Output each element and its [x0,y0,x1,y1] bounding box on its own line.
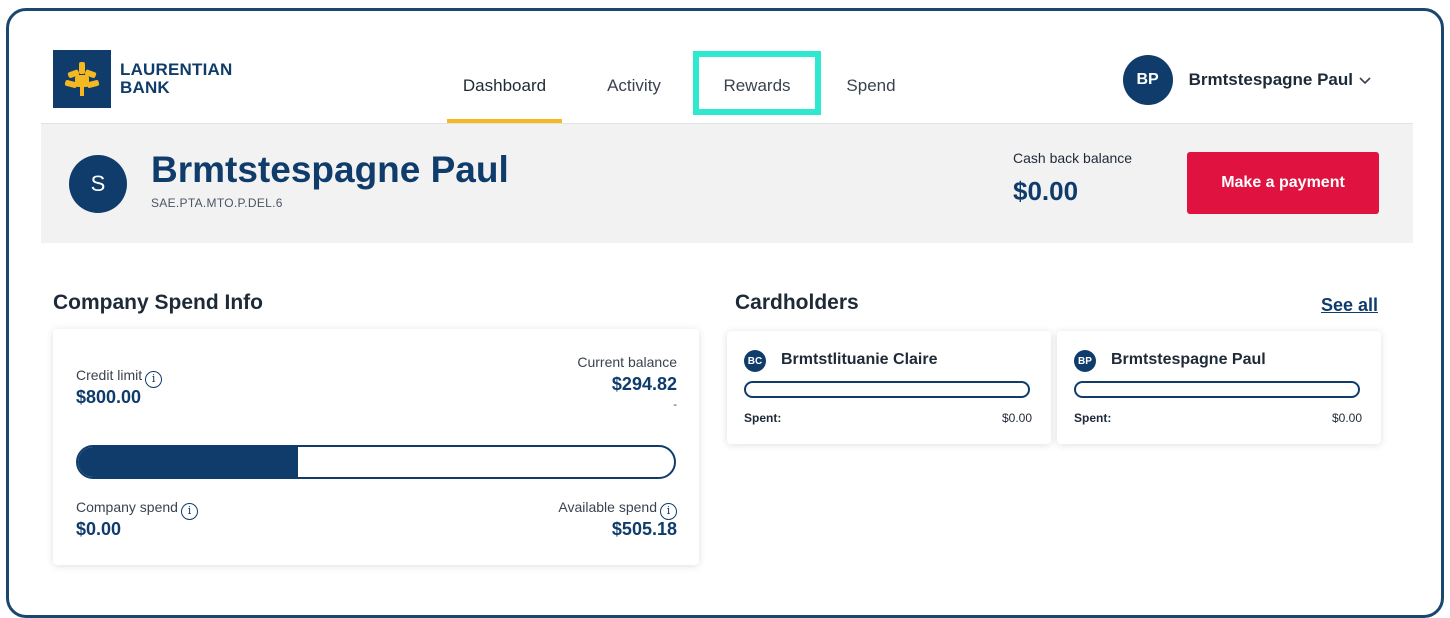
credit-usage-bar [76,445,676,479]
cardholder-name: Brmtstespagne Paul [1111,351,1266,368]
account-holder-name: Brmtstespagne Paul [151,149,509,190]
laurentian-leaf-logo-icon [53,50,111,108]
cardholder-spent-label: Spent: [1074,411,1112,425]
credit-limit-label: Credit limit i [76,367,163,388]
available-spend-label-text: Available spend [558,499,657,515]
user-name: Brmtstespagne Paul [1188,70,1353,89]
app-window: LAURENTIAN BANK Dashboard Activity Rewar… [6,8,1444,618]
tab-dashboard-label: Dashboard [462,76,547,95]
company-spend-label: Company spend i [76,499,198,520]
company-spend-value: $0.00 [76,519,122,539]
tab-dashboard[interactable]: Dashboard [447,49,562,123]
current-balance-label: Current balance [577,354,677,370]
company-spend-title: Company Spend Info [53,291,263,314]
cardholder-spent-value: $0.00 [1331,411,1362,425]
brand-logo[interactable]: LAURENTIAN BANK [53,50,233,108]
company-spend-info-icon[interactable]: i [180,503,198,520]
credit-limit-info-icon[interactable]: i [145,371,163,388]
credit-limit-value: $800.00 [76,387,142,407]
credit-limit-label-text: Credit limit [76,367,143,383]
company-spend-label-text: Company spend [76,499,178,515]
available-spend-value: $505.18 [611,519,677,539]
tab-spend-label: Spend [846,76,896,95]
cardholder-spend-bar [1074,381,1360,398]
brand-line-1: LAURENTIAN [120,60,233,79]
chevron-down-icon [1359,73,1371,88]
cardholders-title: Cardholders [735,291,859,314]
cardholder-spent-value: $0.00 [1001,411,1032,425]
cardholder-spent-label: Spent: [744,411,782,425]
rewards-highlight-box [693,51,821,115]
cash-back-value: $0.00 [1013,176,1079,206]
tab-spend[interactable]: Spend [833,49,909,123]
company-spend-card: Credit limit i $800.00 Current balance $2… [53,329,699,565]
account-avatar: S [69,155,127,213]
cardholder-card[interactable]: BP Brmtstespagne Paul Spent: $0.00 [1057,331,1381,444]
see-all-link[interactable]: See all [1321,295,1378,316]
available-spend-label: Available spend i [558,499,677,520]
account-banner: S Brmtstespagne Paul SAE.PTA.MTO.P.DEL.6… [41,124,1413,243]
cardholder-name: Brmtstlituanie Claire [781,351,938,368]
available-spend-info-icon[interactable]: i [660,503,677,520]
current-balance-value: $294.82 [611,374,677,394]
cash-back-label: Cash back balance [1013,150,1133,166]
current-balance-note: - [673,399,677,411]
user-menu[interactable]: BP Brmtstespagne Paul [1122,55,1371,105]
cardholder-card[interactable]: BC Brmtstlituanie Claire Spent: $0.00 [727,331,1051,444]
cardholder-avatar: BC [744,350,766,372]
user-avatar: BP [1122,55,1173,105]
brand-name: LAURENTIAN BANK [120,61,233,97]
tab-activity[interactable]: Activity [589,49,679,123]
brand-line-2: BANK [120,78,170,97]
tab-activity-label: Activity [607,76,661,95]
cardholder-avatar: BP [1074,350,1096,372]
credit-usage-bar-fill [78,447,298,477]
make-payment-button[interactable]: Make a payment [1187,152,1379,214]
account-identifier: SAE.PTA.MTO.P.DEL.6 [151,196,283,210]
cardholder-spend-bar [744,381,1030,398]
